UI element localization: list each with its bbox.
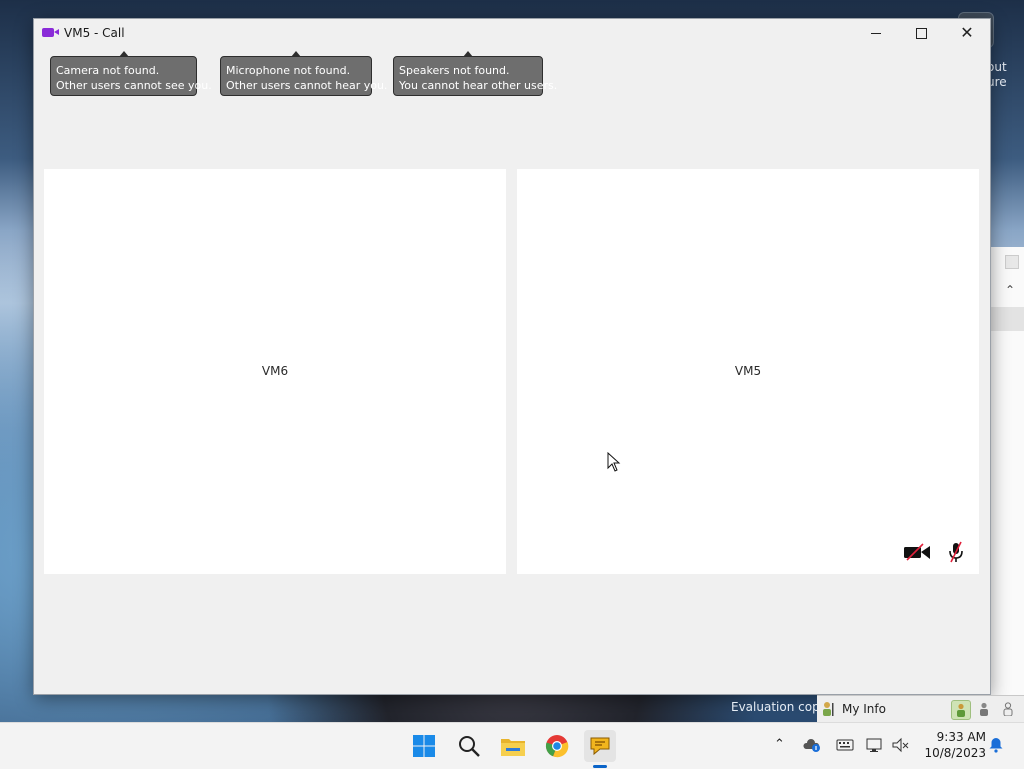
tooltip-line: Microphone not found. (226, 64, 351, 77)
microphone-not-found-tooltip: Microphone not found. Other users cannot… (220, 51, 388, 96)
volume-muted-icon[interactable] (892, 737, 910, 753)
clock-time: 9:33 AM (936, 730, 986, 744)
chat-app-button[interactable] (584, 730, 616, 762)
close-button[interactable]: ✕ (944, 19, 990, 47)
tooltip-line: You cannot hear other users. (399, 79, 558, 92)
folder-icon (501, 739, 525, 756)
search-button[interactable] (455, 732, 483, 760)
window-title: VM5 - Call (64, 26, 125, 40)
chevron-up-icon[interactable]: ⌃ (1005, 283, 1015, 297)
background-window: ⌃ (990, 247, 1024, 722)
remote-participant-name: VM6 (261, 364, 289, 378)
tooltip-line: Speakers not found. (399, 64, 510, 77)
background-window-row (991, 307, 1024, 331)
my-info-bar: My Info (817, 695, 1024, 723)
start-button[interactable] (410, 732, 438, 760)
person-icon (980, 702, 988, 716)
my-info-label[interactable]: My Info (842, 702, 886, 716)
person-icon (957, 703, 965, 717)
tooltip-line: Other users cannot hear you. (226, 79, 388, 92)
tooltip-line: Camera not found. (56, 64, 160, 77)
taskbar: ⌃ 9:33 AM 10/8/2023 (0, 722, 1024, 769)
microphone-off-icon[interactable] (947, 541, 965, 563)
minimize-button[interactable] (853, 19, 899, 47)
chrome-button[interactable] (543, 732, 571, 760)
call-window: VM5 - Call ✕ Camera not found. Other use… (34, 19, 990, 694)
close-icon: ✕ (960, 23, 974, 42)
chat-bubble-icon (590, 737, 610, 756)
user-info-icon[interactable] (822, 701, 836, 717)
presence-online-button[interactable] (951, 700, 971, 720)
evaluation-copy-text: Evaluation copy (731, 700, 827, 714)
network-icon[interactable] (866, 737, 884, 753)
keyboard-icon[interactable] (836, 737, 854, 753)
background-window-control (1005, 255, 1019, 269)
speakers-not-found-tooltip: Speakers not found. You cannot hear othe… (393, 51, 558, 96)
video-call-icon (42, 28, 59, 37)
search-icon (459, 736, 480, 757)
camera-off-icon[interactable] (903, 543, 931, 561)
mouse-cursor-icon (607, 452, 621, 472)
windows-logo-icon (413, 735, 435, 757)
notification-bell-icon[interactable] (988, 737, 1004, 753)
onedrive-icon[interactable] (803, 737, 821, 753)
chrome-icon (545, 735, 569, 758)
chevron-up-icon[interactable]: ⌃ (774, 737, 785, 752)
tooltip-line: Other users cannot see you. (56, 79, 212, 92)
local-participant-name: VM5 (734, 364, 762, 378)
clock-date: 10/8/2023 (924, 746, 986, 760)
maximize-icon (915, 27, 927, 39)
remote-video-pane[interactable]: VM6 (44, 169, 506, 574)
presence-away-button[interactable] (975, 700, 993, 718)
maximize-button[interactable] (898, 19, 944, 47)
file-explorer-button[interactable] (499, 732, 527, 760)
local-video-pane[interactable]: VM5 (517, 169, 979, 574)
title-bar[interactable]: VM5 - Call ✕ (34, 19, 990, 47)
camera-not-found-tooltip: Camera not found. Other users cannot see… (50, 51, 212, 96)
minimize-icon (871, 32, 881, 34)
system-clock[interactable]: 9:33 AM 10/8/2023 (918, 729, 986, 761)
presence-offline-button[interactable] (999, 700, 1017, 718)
person-icon (1003, 702, 1013, 716)
